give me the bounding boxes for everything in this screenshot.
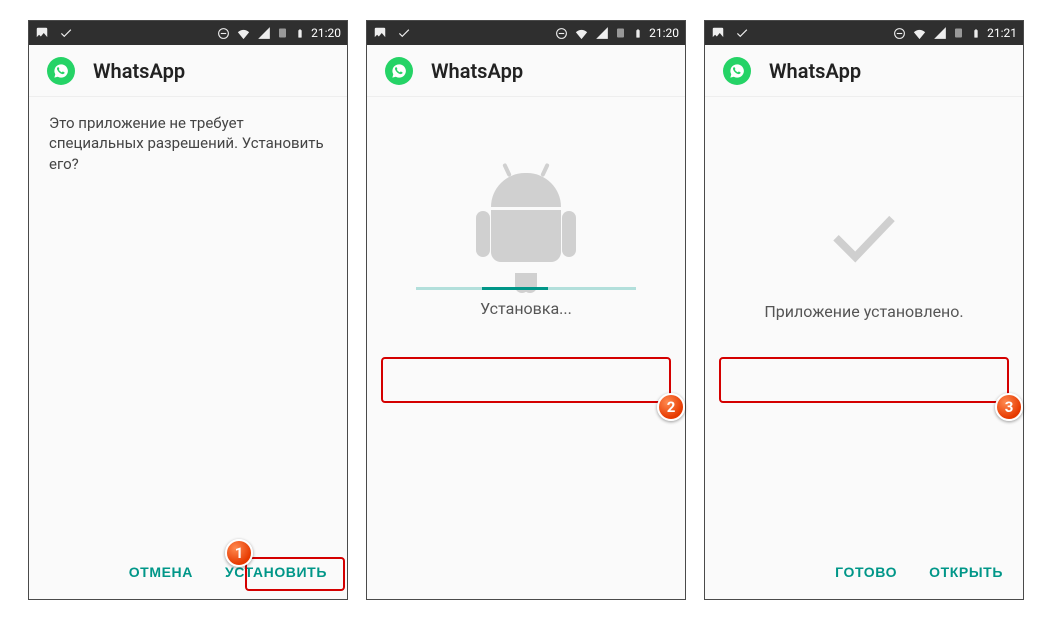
- nosim-icon: [953, 26, 965, 40]
- battery-icon: [633, 26, 643, 41]
- permission-message: Это приложение не требует специальных ра…: [29, 97, 347, 545]
- dnd-icon: [893, 27, 906, 40]
- battery-icon: [971, 26, 981, 41]
- done-button[interactable]: ГОТОВО: [833, 558, 899, 586]
- android-robot-icon: [481, 173, 571, 273]
- wifi-icon: [236, 26, 251, 41]
- status-time: 21:20: [649, 26, 679, 40]
- success-check-icon: [819, 191, 909, 281]
- step-badge-3: 3: [995, 393, 1023, 421]
- installing-content: Установка...: [367, 97, 685, 545]
- install-progress: [416, 287, 636, 290]
- wifi-icon: [912, 26, 927, 41]
- status-time: 21:20: [311, 26, 341, 40]
- image-icon: [373, 26, 387, 40]
- app-name: WhatsApp: [431, 59, 523, 83]
- title-bar: WhatsApp: [705, 45, 1023, 97]
- footer-actions: [367, 545, 685, 599]
- phone-screen-installing: 21:20 WhatsApp Установка... 2: [366, 20, 686, 600]
- check-icon: [397, 26, 411, 40]
- installing-label: Установка...: [387, 298, 665, 320]
- title-bar: WhatsApp: [29, 45, 347, 97]
- installed-label: Приложение установлено.: [725, 301, 1003, 323]
- signal-icon: [595, 26, 609, 40]
- status-bar: 21:20: [367, 21, 685, 45]
- cancel-button[interactable]: ОТМЕНА: [127, 558, 195, 586]
- status-bar: 21:20: [29, 21, 347, 45]
- phone-screen-permissions: 21:20 WhatsApp Это приложение не требует…: [28, 20, 348, 600]
- dnd-icon: [555, 27, 568, 40]
- app-name: WhatsApp: [93, 59, 185, 83]
- phone-screen-installed: 21:21 WhatsApp Приложение установлено. Г…: [704, 20, 1024, 600]
- signal-icon: [257, 26, 271, 40]
- dnd-icon: [217, 27, 230, 40]
- status-bar: 21:21: [705, 21, 1023, 45]
- whatsapp-icon: [385, 57, 413, 85]
- nosim-icon: [277, 26, 289, 40]
- title-bar: WhatsApp: [367, 45, 685, 97]
- signal-icon: [933, 26, 947, 40]
- nosim-icon: [615, 26, 627, 40]
- status-time: 21:21: [987, 26, 1017, 40]
- wifi-icon: [574, 26, 589, 41]
- open-button[interactable]: ОТКРЫТЬ: [927, 558, 1005, 586]
- check-icon: [735, 26, 749, 40]
- image-icon: [35, 26, 49, 40]
- whatsapp-icon: [723, 57, 751, 85]
- whatsapp-icon: [47, 57, 75, 85]
- check-icon: [59, 26, 73, 40]
- app-name: WhatsApp: [769, 59, 861, 83]
- image-icon: [711, 26, 725, 40]
- footer-actions: ГОТОВО ОТКРЫТЬ: [705, 545, 1023, 599]
- battery-icon: [295, 26, 305, 41]
- step-badge-2: 2: [657, 393, 685, 421]
- footer-actions: ОТМЕНА УСТАНОВИТЬ: [29, 545, 347, 599]
- step-badge-1: 1: [225, 539, 253, 567]
- installed-content: Приложение установлено.: [705, 97, 1023, 545]
